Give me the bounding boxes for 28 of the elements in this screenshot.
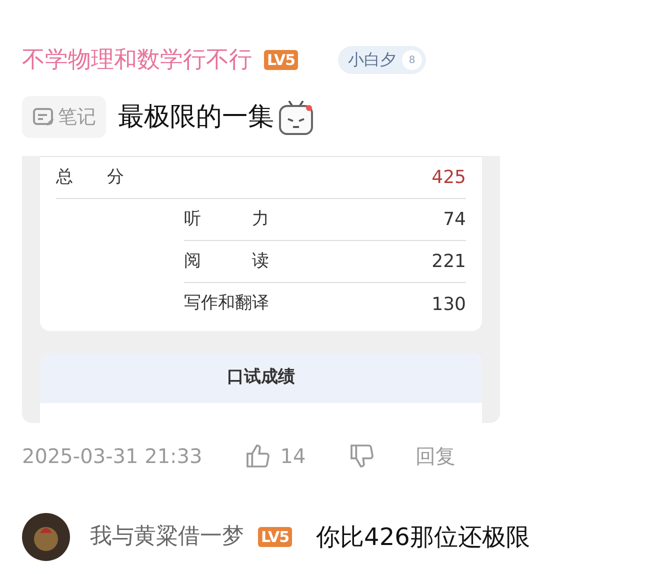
reply-username[interactable]: 我与黄粱借一梦: [90, 526, 244, 548]
total-score: 425: [432, 166, 466, 190]
fan-badge-level: 8: [402, 50, 422, 70]
section-score: 130: [432, 292, 466, 316]
section-score: 74: [443, 208, 466, 232]
avatar[interactable]: [22, 513, 70, 561]
thumbs-up-icon: [244, 442, 272, 470]
note-icon: [32, 106, 56, 128]
fan-badge[interactable]: 小白夕 8: [338, 46, 426, 74]
comment-text: 最极限的一集: [118, 104, 274, 130]
level-badge: LV5: [264, 50, 298, 70]
level-badge: LV5: [258, 527, 292, 547]
section-label: 写作和翻译: [184, 292, 269, 316]
screenshot-image[interactable]: 总 分 425 听 力 74 阅 读 221 写作和翻译 130 口试成绩: [22, 156, 500, 423]
section-score: 221: [432, 250, 466, 274]
oral-header: 口试成绩: [227, 366, 295, 390]
thumbs-down-icon: [348, 442, 376, 470]
section-label: 听 力: [184, 208, 269, 231]
timestamp: 2025-03-31 21:33: [22, 446, 202, 466]
section-label: 阅 读: [184, 250, 269, 273]
dislike-button[interactable]: [348, 442, 376, 470]
total-label: 总 分: [56, 166, 124, 189]
username[interactable]: 不学物理和数学行不行: [22, 48, 252, 72]
reply-button[interactable]: 回复: [416, 446, 456, 466]
like-button[interactable]: 14: [244, 442, 306, 470]
fan-badge-name: 小白夕: [348, 52, 396, 68]
reply-text: 你比426那位还极限: [316, 525, 530, 549]
note-tag[interactable]: 笔记: [22, 96, 106, 138]
